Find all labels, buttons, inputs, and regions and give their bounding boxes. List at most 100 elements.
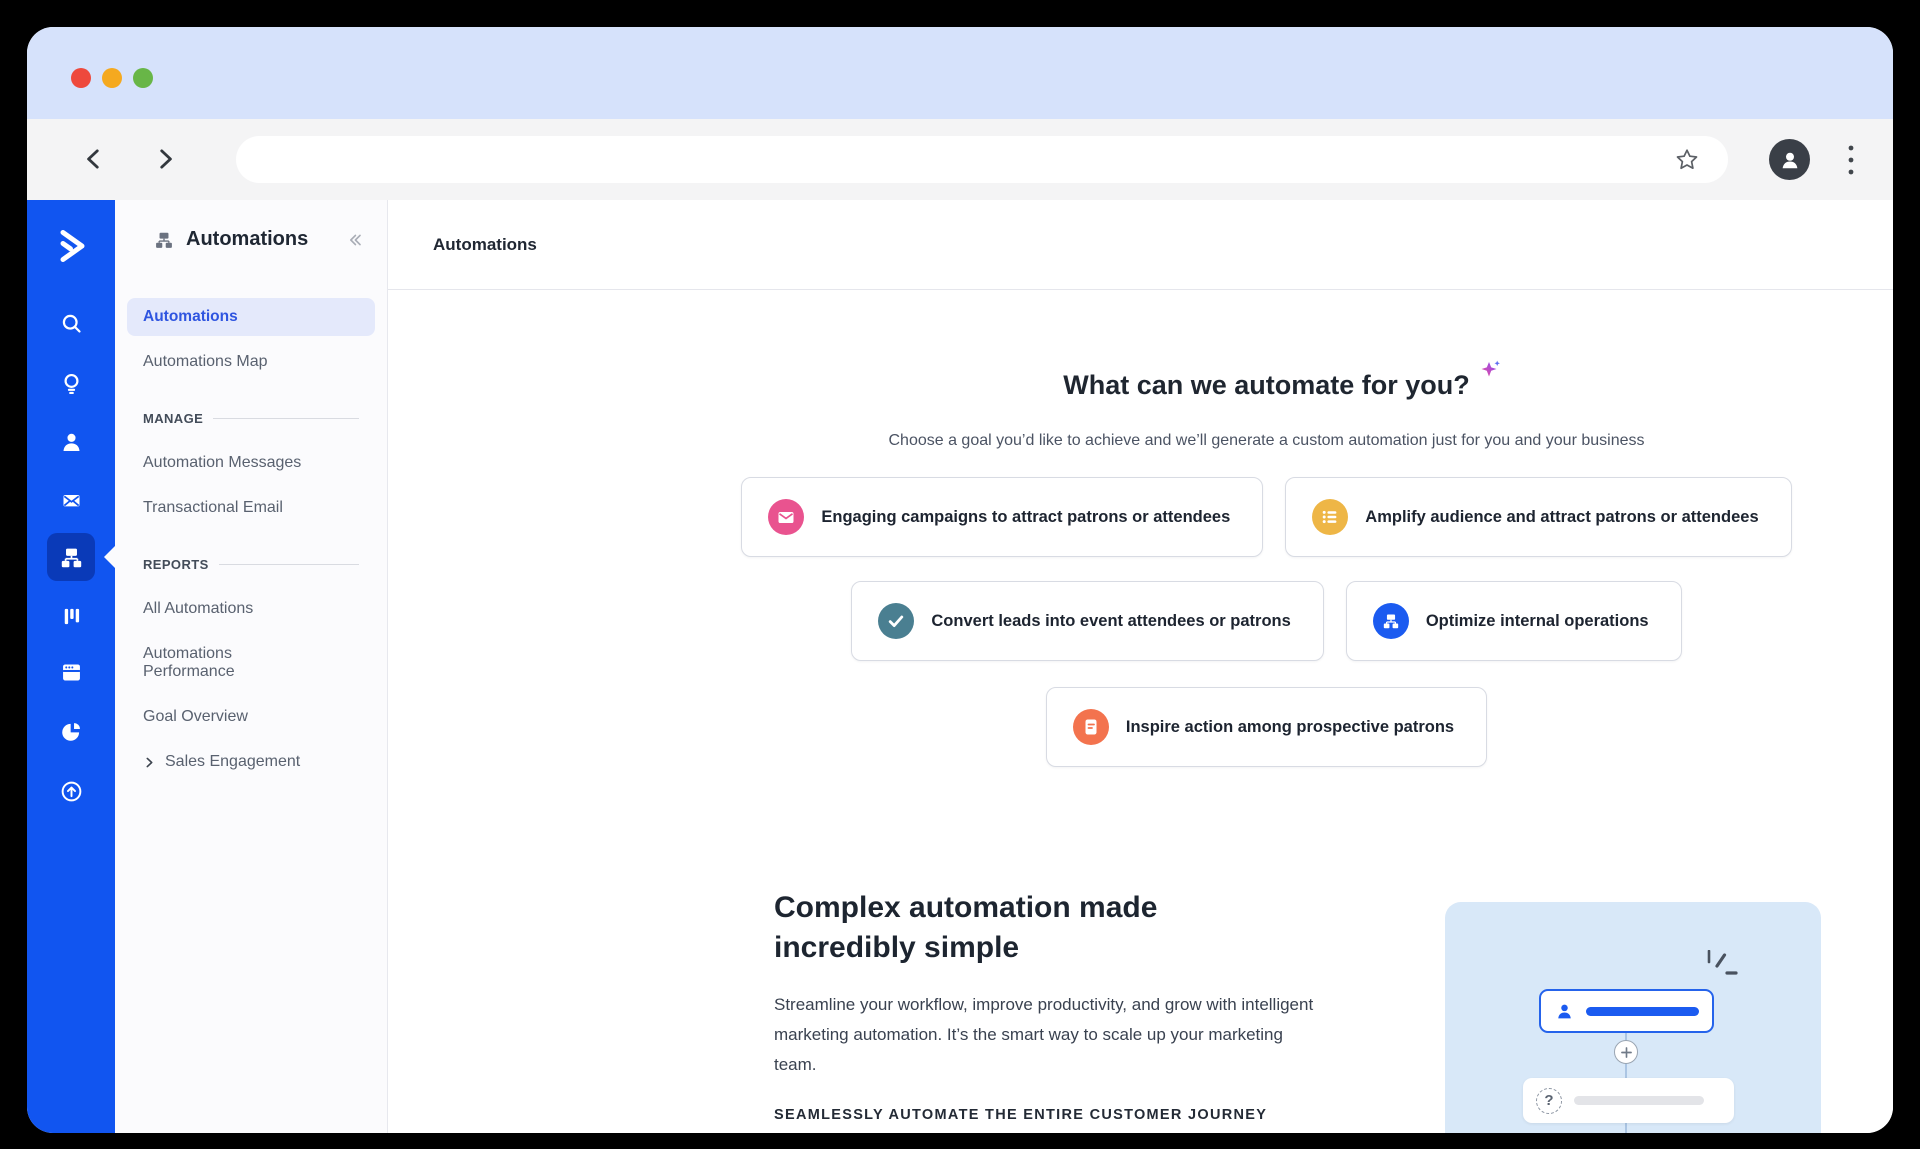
back-button[interactable]: [72, 137, 116, 181]
goal-button-engaging-campaigns[interactable]: Engaging campaigns to attract patrons or…: [741, 477, 1264, 558]
chevron-right-icon: [160, 149, 172, 169]
browser-card-icon: [62, 663, 80, 681]
hero-title-text: What can we automate for you?: [1063, 370, 1470, 401]
goal-button-label: Convert leads into event attendees or pa…: [931, 611, 1291, 630]
browser-menu-button[interactable]: [1835, 134, 1867, 186]
sitemap-icon: [1372, 603, 1409, 640]
sidebar-item-automations-performance[interactable]: Automations Performance: [127, 635, 309, 691]
rail-item-deals[interactable]: [47, 592, 95, 640]
brand-logo[interactable]: [47, 222, 95, 270]
hero-title: What can we automate for you?: [1063, 360, 1500, 401]
sidebar-header: Automations: [153, 228, 308, 251]
section-divider: [218, 564, 359, 565]
sidebar-item-automations[interactable]: Automations: [127, 298, 375, 336]
sidebar-title: Automations: [186, 228, 309, 250]
breadcrumb: Automations: [433, 234, 537, 254]
goal-button-optimize-operations[interactable]: Optimize internal operations: [1345, 581, 1682, 662]
person-icon: [1782, 152, 1797, 168]
goal-button-convert-leads[interactable]: Convert leads into event attendees or pa…: [851, 581, 1324, 662]
browser-toolbar: [27, 119, 1893, 200]
selected-item-notch: [104, 546, 115, 568]
sidebar: Automations Automations Automations Map …: [115, 200, 388, 1133]
goal-row-3: Inspire action among prospective patrons: [640, 687, 1893, 768]
sidebar-item-label: Sales Engagement: [165, 753, 301, 770]
chevron-right-icon: [146, 757, 153, 767]
person-icon: [1558, 1004, 1571, 1018]
rail-item-pages[interactable]: [47, 648, 95, 696]
goal-button-inspire-action[interactable]: Inspire action among prospective patrons: [1045, 687, 1488, 768]
chevron-left-icon: [87, 149, 99, 169]
sidebar-item-goal-overview[interactable]: Goal Overview: [127, 698, 375, 736]
automation-illustration: ?: [1445, 902, 1821, 1133]
activecampaign-logo-icon: [60, 230, 85, 262]
hero-section: What can we automate for you? Choose a g…: [640, 352, 1893, 768]
list-icon: [1312, 499, 1349, 536]
rail-item-reports[interactable]: [47, 707, 95, 755]
bookmark-star-button[interactable]: [1674, 147, 1700, 173]
plus-icon: [1620, 1046, 1632, 1058]
rail-item-ideas[interactable]: [47, 359, 95, 407]
main-content: Automations What can we automate for you…: [388, 200, 1893, 1133]
feature-kicker: SEAMLESSLY AUTOMATE THE ENTIRE CUSTOMER …: [774, 1107, 1268, 1123]
browser-profile-avatar[interactable]: [1769, 139, 1810, 180]
check-icon: [878, 603, 915, 640]
feature-body: Streamline your workflow, improve produc…: [774, 995, 1314, 1074]
traffic-light-zoom[interactable]: [133, 68, 153, 88]
envelope-icon: [62, 494, 80, 506]
text-placeholder-bar: [1586, 1006, 1699, 1016]
traffic-light-minimize[interactable]: [102, 68, 122, 88]
sitemap-icon: [156, 232, 172, 248]
pie-chart-icon: [61, 722, 80, 741]
sidebar-item-automations-map[interactable]: Automations Map: [127, 343, 375, 381]
contact-icon: [62, 433, 80, 451]
traffic-light-close[interactable]: [71, 68, 91, 88]
forward-button[interactable]: [143, 137, 187, 181]
rail-item-contacts[interactable]: [47, 418, 95, 466]
rail-item-automations[interactable]: [47, 533, 95, 581]
sidebar-item-automation-messages[interactable]: Automation Messages: [127, 444, 375, 482]
goal-button-label: Engaging campaigns to attract patrons or…: [821, 507, 1231, 526]
sidebar-section-manage: MANAGE: [143, 411, 359, 426]
double-chevron-left-icon: [350, 234, 361, 246]
app-shell: Automations Automations Automations Map …: [27, 200, 1893, 1133]
question-node-card: ?: [1523, 1078, 1734, 1123]
add-step-node: [1614, 1040, 1638, 1064]
browser-window: Automations Automations Automations Map …: [27, 27, 1893, 1133]
hero-subtitle: Choose a goal you’d like to achieve and …: [888, 432, 1645, 450]
page-topbar: Automations: [388, 200, 1893, 290]
envelope-icon: [768, 499, 805, 536]
section-divider: [213, 418, 359, 419]
text-placeholder-bar: [1574, 1096, 1704, 1105]
contact-node-card: [1539, 989, 1714, 1033]
goal-button-label: Inspire action among prospective patrons: [1125, 717, 1455, 736]
arrow-up-circle-icon: [61, 781, 81, 801]
sparkle-strokes-icon: [1701, 949, 1743, 985]
kebab-menu-icon: [1848, 145, 1854, 175]
sidebar-nav: Automations Automations Map MANAGE Autom…: [127, 298, 375, 788]
sparkle-icon: [1478, 358, 1502, 389]
address-bar[interactable]: [236, 136, 1728, 183]
question-mark-icon: ?: [1536, 1087, 1562, 1114]
sidebar-item-sales-engagement[interactable]: Sales Engagement: [127, 743, 375, 781]
goal-row-2: Convert leads into event attendees or pa…: [640, 581, 1893, 662]
window-titlebar: [27, 27, 1893, 119]
section-label: MANAGE: [143, 411, 204, 426]
rail-item-search[interactable]: [47, 299, 95, 347]
sidebar-collapse-button[interactable]: [345, 230, 365, 255]
feature-heading: Complex automation made incredibly simpl…: [774, 891, 1158, 964]
sitemap-icon: [61, 548, 81, 567]
goal-button-amplify-audience[interactable]: Amplify audience and attract patrons or …: [1285, 477, 1792, 558]
goal-button-label: Optimize internal operations: [1425, 611, 1649, 630]
goal-button-label: Amplify audience and attract patrons or …: [1365, 507, 1759, 526]
sidebar-item-transactional-email[interactable]: Transactional Email: [127, 489, 375, 527]
sidebar-item-all-automations[interactable]: All Automations: [127, 590, 375, 628]
sidebar-section-reports: REPORTS: [143, 557, 359, 572]
search-icon: [62, 314, 81, 333]
kanban-icon: [64, 608, 79, 624]
feature-text-block: Complex automation made incredibly simpl…: [774, 888, 1319, 1123]
section-label: REPORTS: [143, 557, 209, 572]
star-icon: [1676, 149, 1698, 170]
rail-item-upgrade[interactable]: [47, 767, 95, 815]
rail-item-campaigns[interactable]: [47, 476, 95, 524]
lightbulb-icon: [63, 373, 79, 394]
